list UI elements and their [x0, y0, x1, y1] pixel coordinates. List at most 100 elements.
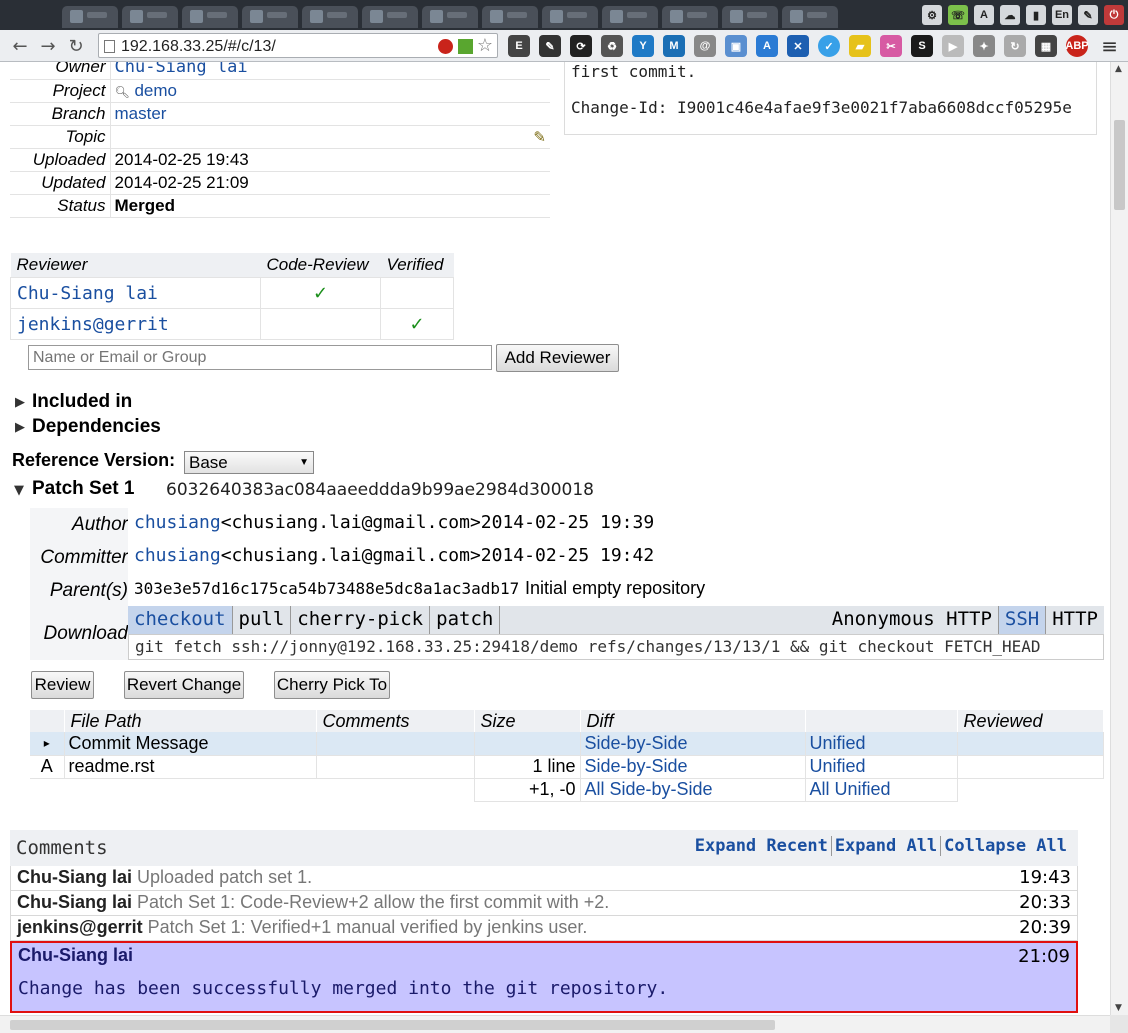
tab-http[interactable]: HTTP — [1046, 606, 1104, 634]
browser-tab[interactable] — [422, 6, 478, 28]
file-path[interactable]: Commit Message — [64, 732, 317, 756]
all-side-by-side-link[interactable]: All Side-by-Side — [585, 779, 713, 799]
pen-icon[interactable]: ✎ — [1078, 5, 1098, 25]
cloud-icon[interactable]: ☁ — [1000, 5, 1020, 25]
browser-tab[interactable] — [542, 6, 598, 28]
sync-icon[interactable]: ⟳ — [570, 35, 592, 57]
side-by-side-link[interactable]: Side-by-Side — [585, 756, 688, 776]
pen-tool-icon[interactable]: ✎ — [539, 35, 561, 57]
address-bar[interactable]: 192.168.33.25/#/c/13/ ☆ — [98, 33, 498, 58]
font-icon[interactable]: A — [974, 5, 994, 25]
unified-link[interactable]: Unified — [810, 733, 866, 753]
side-by-side-link[interactable]: Side-by-Side — [585, 733, 688, 753]
stop-icon[interactable] — [438, 39, 453, 54]
menu-icon[interactable]: ≡ — [1101, 34, 1118, 58]
tab-ssh[interactable]: SSH — [998, 606, 1047, 634]
project-link[interactable]: demo — [134, 81, 177, 100]
all-unified-link[interactable]: All Unified — [810, 779, 891, 799]
add-reviewer-button[interactable]: Add Reviewer — [496, 344, 619, 372]
browser-tab[interactable] — [62, 6, 118, 28]
owner-link[interactable]: Chu-Siang lai — [115, 62, 248, 77]
reload-icon[interactable]: ↻ — [64, 34, 88, 58]
m-extension-icon[interactable]: M — [663, 35, 685, 57]
evernote-icon[interactable]: E — [508, 35, 530, 57]
file-path[interactable]: readme.rst — [64, 755, 317, 779]
cherry-pick-button[interactable]: Cherry Pick To — [274, 671, 390, 699]
file-row[interactable]: ▸ Commit Message Side-by-Side Unified — [30, 732, 1104, 756]
play-icon[interactable]: ▶ — [942, 35, 964, 57]
comment-item[interactable]: jenkins@gerrit Patch Set 1: Verified+1 m… — [10, 916, 1078, 941]
browser-tab[interactable] — [602, 6, 658, 28]
browser-tab[interactable] — [482, 6, 538, 28]
back-arrow-icon[interactable]: ← — [8, 34, 32, 58]
committer-link[interactable]: chusiang — [134, 545, 221, 566]
reviewer-link[interactable]: Chu-Siang lai — [17, 283, 158, 304]
reviewer-link[interactable]: jenkins@gerrit — [17, 314, 169, 335]
highlighter-icon[interactable]: ▰ — [849, 35, 871, 57]
collapse-triangle-icon[interactable]: ▼ — [14, 483, 24, 498]
horizontal-scroll-thumb[interactable] — [10, 1020, 775, 1030]
expand-triangle-icon[interactable]: ▶ — [15, 395, 25, 410]
tab-cherry-pick[interactable]: cherry-pick — [291, 606, 431, 634]
browser-tab[interactable] — [302, 6, 358, 28]
review-button[interactable]: Review — [31, 671, 94, 699]
browser-tab[interactable] — [722, 6, 778, 28]
included-in-toggle[interactable]: Included in — [32, 391, 132, 413]
comment-item[interactable]: Chu-Siang lai Uploaded patch set 1. 19:4… — [10, 866, 1078, 891]
revert-change-button[interactable]: Revert Change — [124, 671, 244, 699]
tab-checkout[interactable]: checkout — [128, 606, 233, 634]
browser-tab[interactable] — [662, 6, 718, 28]
horizontal-scrollbar[interactable] — [0, 1015, 1110, 1033]
expand-all-link[interactable]: Expand All — [831, 836, 942, 856]
download-command[interactable]: git fetch ssh://jonny@192.168.33.25:2941… — [128, 634, 1104, 660]
recycle-icon[interactable]: ♻ — [601, 35, 623, 57]
unified-link[interactable]: Unified — [810, 756, 866, 776]
x-extension-icon[interactable]: ✕ — [787, 35, 809, 57]
address-url[interactable]: 192.168.33.25/#/c/13/ — [121, 38, 276, 56]
expand-triangle-icon[interactable]: ▶ — [15, 420, 25, 435]
scroll-down-arrow-icon[interactable]: ▼ — [1115, 1003, 1122, 1013]
phone-icon[interactable]: ☏ — [948, 5, 968, 25]
edit-icon[interactable]: ✎ — [533, 128, 546, 146]
dependencies-toggle[interactable]: Dependencies — [32, 416, 161, 438]
search-icon[interactable]: 🔍︎ — [115, 85, 130, 99]
tab-patch[interactable]: patch — [430, 606, 501, 634]
rss-icon[interactable] — [458, 39, 473, 54]
browser-tab[interactable] — [362, 6, 418, 28]
branch-link[interactable]: master — [115, 104, 167, 123]
browser-tab[interactable] — [182, 6, 238, 28]
expanded-comment[interactable]: Chu-Siang lai 21:09 Change has been succ… — [10, 941, 1078, 1013]
bookmark-star-icon[interactable]: ☆ — [477, 35, 493, 56]
adblock-icon[interactable]: ABP — [1065, 35, 1089, 57]
clip-icon[interactable]: @ — [694, 35, 716, 57]
window-icon[interactable]: ▣ — [725, 35, 747, 57]
reference-version-select[interactable]: Base ▼ — [184, 451, 314, 474]
settings-gear-icon[interactable]: ⚙ — [922, 5, 942, 25]
vertical-scroll-thumb[interactable] — [1114, 120, 1125, 210]
refresh-icon[interactable]: ↻ — [1004, 35, 1026, 57]
power-icon[interactable]: ⏻ — [1104, 5, 1124, 25]
s-extension-icon[interactable]: S — [911, 35, 933, 57]
patch-set-title[interactable]: Patch Set 1 — [32, 478, 134, 500]
y-extension-icon[interactable]: Y — [632, 35, 654, 57]
tab-pull[interactable]: pull — [233, 606, 292, 634]
browser-tab[interactable] — [782, 6, 838, 28]
qr-icon[interactable]: ▦ — [1035, 35, 1057, 57]
author-link[interactable]: chusiang — [134, 512, 221, 533]
vertical-scrollbar[interactable]: ▲ ▼ — [1110, 62, 1128, 1015]
tab-anonymous-http[interactable]: Anonymous HTTP — [826, 606, 999, 634]
expand-recent-link[interactable]: Expand Recent — [691, 836, 832, 856]
forward-arrow-icon[interactable]: → — [36, 34, 60, 58]
translate-icon[interactable]: A — [756, 35, 778, 57]
browser-tab[interactable] — [242, 6, 298, 28]
file-row[interactable]: A readme.rst 1 line Side-by-Side Unified — [30, 755, 1104, 779]
check-circle-icon[interactable]: ✓ — [818, 35, 840, 57]
tools-icon[interactable]: ✂ — [880, 35, 902, 57]
scroll-up-arrow-icon[interactable]: ▲ — [1115, 64, 1122, 74]
language-icon[interactable]: En — [1052, 5, 1072, 25]
comment-item[interactable]: Chu-Siang lai Patch Set 1: Code-Review+2… — [10, 891, 1078, 916]
browser-tab[interactable] — [122, 6, 178, 28]
collapse-all-link[interactable]: Collapse All — [941, 836, 1070, 856]
puzzle-icon[interactable]: ✦ — [973, 35, 995, 57]
reviewer-input[interactable] — [28, 345, 492, 370]
